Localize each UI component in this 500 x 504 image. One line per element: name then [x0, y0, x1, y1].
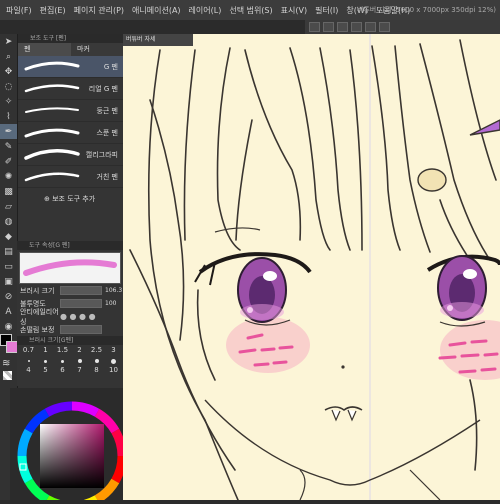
stroke-preview-icon [24, 61, 80, 71]
document-title: 버튜버 자세 (5000 x 7000px 350dpi 12%) [356, 6, 496, 14]
fill-icon[interactable]: ◆ [0, 229, 17, 244]
gradient-icon[interactable]: ▤ [0, 244, 17, 259]
tool-property-title: 도구 속성[G 펜] [17, 241, 123, 250]
menu-selection[interactable]: 선택 범위(S) [229, 5, 272, 16]
canvas-tab[interactable]: 버튜버 자세 [123, 34, 193, 46]
color-wheel[interactable] [10, 388, 127, 504]
stroke-preview-icon [24, 84, 80, 93]
pen-icon[interactable]: ✒ [0, 124, 17, 139]
snap-icon[interactable] [337, 22, 348, 32]
subtool-panel-title: 보조 도구 [펜] [18, 34, 124, 43]
size-option[interactable]: 2 [71, 345, 88, 356]
eyedropper-icon[interactable]: ⌇ [0, 109, 17, 124]
brush-size-title: 브러시 크기[G펜] [17, 336, 123, 345]
stroke-preview-icon [24, 149, 80, 160]
brush-icon[interactable]: ✐ [0, 154, 17, 169]
menu-edit[interactable]: 편집(E) [40, 5, 66, 16]
prop-antialias[interactable]: 안티에일리어싱 ● ● ● ● [17, 308, 123, 326]
size-option[interactable]: 4 [20, 366, 37, 375]
prop-stabilization[interactable]: 손떨림 보정 [17, 323, 123, 336]
size-dot[interactable] [37, 356, 54, 366]
undo-icon[interactable] [309, 22, 320, 32]
size-dot[interactable] [105, 356, 122, 366]
tool-property-panel: 도구 속성[G 펜] 브러시 크기 106.3 불투명도 100 안티에일리어싱… [17, 241, 123, 336]
cursor-icon[interactable]: ➤ [0, 34, 17, 49]
size-option[interactable]: 7 [71, 366, 88, 375]
size-dot[interactable] [71, 356, 88, 366]
brush-real-g-pen[interactable]: 리얼 G 펜 [18, 78, 124, 100]
plus-icon: ⊕ [44, 195, 53, 203]
color-wheel-panel [10, 388, 127, 504]
menu-filter[interactable]: 필터(I) [315, 5, 338, 16]
add-subtool-button[interactable]: ⊕ 보조 도구 추가 [18, 194, 124, 204]
brush-g-pen[interactable]: G 펜 [18, 56, 124, 78]
zoom-icon[interactable]: ⌕ [0, 49, 17, 64]
size-dot[interactable] [88, 356, 105, 366]
size-option[interactable]: 10 [105, 366, 122, 375]
size-option[interactable]: 5 [37, 366, 54, 375]
wand-icon[interactable]: ✧ [0, 94, 17, 109]
tab-marker[interactable]: 마커 [71, 43, 124, 56]
decoration-icon[interactable]: ▩ [0, 184, 17, 199]
size-row-2: 4 5 6 7 8 10 [17, 366, 123, 375]
airbrush-icon[interactable]: ✺ [0, 169, 17, 184]
size-dots [17, 356, 123, 366]
text-icon[interactable]: A [0, 304, 17, 319]
size-option[interactable]: 1 [37, 345, 54, 356]
size-option[interactable]: 2.5 [88, 345, 105, 356]
transparent-color-icon[interactable] [3, 371, 12, 380]
frame-icon[interactable]: ▣ [0, 274, 17, 289]
swap-icon[interactable]: ≋ [2, 358, 10, 369]
menu-file[interactable]: 파일(F) [6, 5, 32, 16]
brush-rough-pen[interactable]: 거친 펜 [18, 166, 124, 188]
size-option[interactable]: 8 [88, 366, 105, 375]
brush-round-pen[interactable]: 둥근 펜 [18, 100, 124, 122]
size-option[interactable]: 1.5 [54, 345, 71, 356]
character-illustration [123, 34, 500, 500]
size-option[interactable]: 3 [105, 345, 122, 356]
ruler-tool-icon[interactable]: ⊘ [0, 289, 17, 304]
menu-view[interactable]: 표시(V) [281, 5, 307, 16]
ruler-icon[interactable] [351, 22, 362, 32]
stroke-preview-icon [25, 107, 79, 113]
size-option[interactable]: 0.7 [20, 345, 37, 356]
size-option[interactable]: 6 [54, 366, 71, 375]
color-swatches: ≋ [0, 334, 18, 394]
brush-size-panel: 브러시 크기[G펜] 0.7 1 1.5 2 2.5 3 4 5 6 7 8 1… [17, 336, 123, 386]
redo-icon[interactable] [323, 22, 334, 32]
command-bar [305, 20, 500, 34]
stroke-preview-icon [24, 128, 80, 138]
subtool-tabs: 펜 마커 [18, 43, 124, 56]
size-dot[interactable] [20, 356, 37, 366]
stroke-preview-icon [24, 172, 80, 182]
balloon-icon[interactable]: ◉ [0, 319, 17, 334]
size-dot[interactable] [54, 356, 71, 366]
eraser-icon[interactable]: ▱ [0, 199, 17, 214]
figure-icon[interactable]: ▭ [0, 259, 17, 274]
menu-layer[interactable]: 레이어(L) [189, 5, 222, 16]
blend-icon[interactable]: ◍ [0, 214, 17, 229]
pencil-icon[interactable]: ✎ [0, 139, 17, 154]
tab-pen[interactable]: 펜 [18, 43, 71, 56]
move-icon[interactable]: ✥ [0, 64, 17, 79]
lasso-icon[interactable]: ◌ [0, 79, 17, 94]
drawing-canvas[interactable] [123, 34, 500, 500]
menu-animation[interactable]: 애니메이션(A) [132, 5, 181, 16]
prop-brush-size[interactable]: 브러시 크기 106.3 [17, 284, 123, 297]
stroke-preview [19, 252, 121, 284]
menu-page[interactable]: 페이지 관리(P) [74, 5, 124, 16]
flip-icon[interactable] [379, 22, 390, 32]
brush-spoon-pen[interactable]: 스푼 펜 [18, 122, 124, 144]
grid-icon[interactable] [365, 22, 376, 32]
size-row-1: 0.7 1 1.5 2 2.5 3 [17, 345, 123, 356]
brush-calligraphy[interactable]: 캘리그라피 [18, 144, 124, 166]
